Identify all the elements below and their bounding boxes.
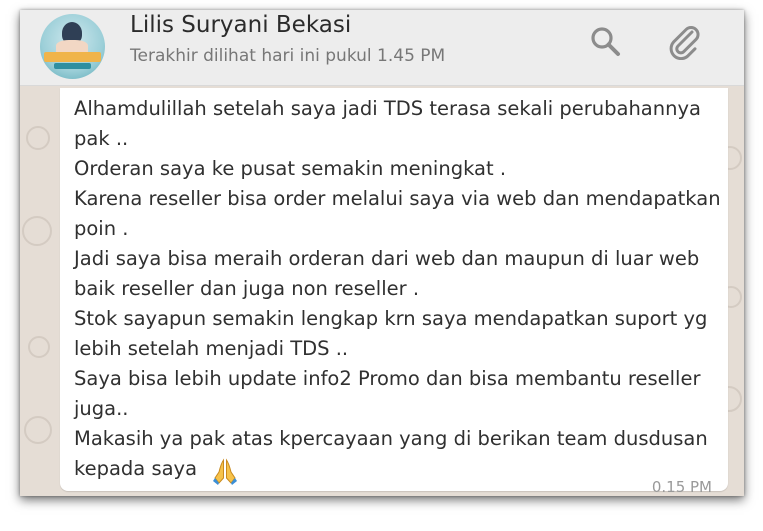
contact-avatar[interactable] (40, 14, 105, 79)
message-line: Alhamdulillah setelah saya jadi TDS tera… (74, 97, 701, 120)
message-line: Saya bisa lebih update info2 Promo dan b… (74, 367, 701, 390)
message-line: lebih setelah menjadi TDS .. (74, 337, 349, 360)
message-line: Orderan saya ke pusat semakin meningkat … (74, 157, 507, 180)
message-line: juga.. (74, 397, 129, 420)
message-timestamp: 0.15 PM (651, 478, 712, 496)
contact-name[interactable]: Lilis Suryani Bekasi (130, 12, 351, 38)
message-bubble[interactable]: Alhamdulillah setelah saya jadi TDS tera… (60, 88, 728, 496)
search-icon[interactable] (588, 24, 624, 60)
message-line: kepada saya (74, 457, 198, 480)
message-line: poin . (74, 217, 129, 240)
chat-window: Lilis Suryani Bekasi Terakhir dilihat ha… (20, 10, 744, 496)
folded-hands-emoji-icon (210, 456, 240, 486)
message-line: Jadi saya bisa meraih orderan dari web d… (74, 247, 700, 270)
last-seen-status: Terakhir dilihat hari ini pukul 1.45 PM (130, 46, 446, 66)
message-line: Stok sayapun semakin lengkap krn saya me… (74, 307, 708, 330)
message-line: pak .. (74, 127, 129, 150)
message-line: Makasih ya pak atas kpercayaan yang di b… (74, 427, 708, 450)
paperclip-icon[interactable] (666, 24, 702, 61)
message-line: baik reseller dan juga non reseller . (74, 277, 420, 300)
chat-header: Lilis Suryani Bekasi Terakhir dilihat ha… (20, 10, 744, 86)
message-line: Karena reseller bisa order melalui saya … (74, 187, 721, 210)
